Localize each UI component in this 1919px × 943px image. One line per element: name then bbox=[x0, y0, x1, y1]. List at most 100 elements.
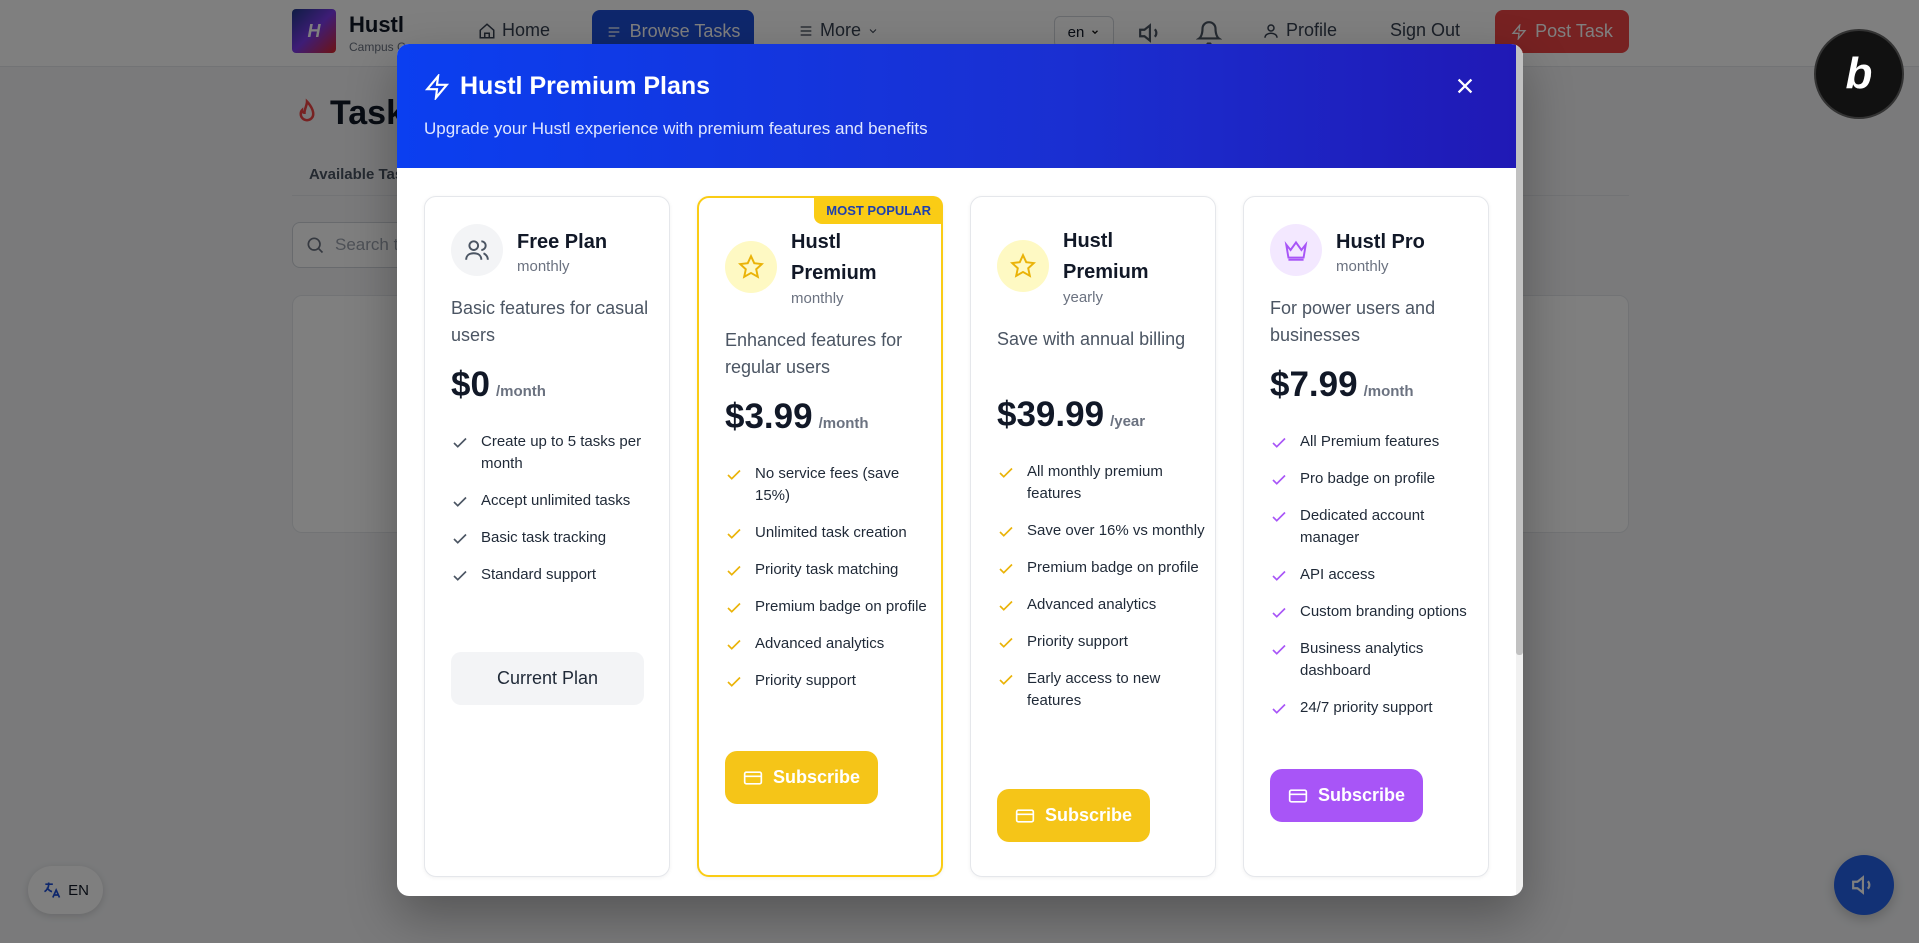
plan-description: Enhanced features for regular users bbox=[725, 330, 903, 377]
feature-text: Dedicated account manager bbox=[1300, 507, 1425, 546]
feature-text: Priority support bbox=[755, 672, 856, 689]
plan-name: Free Plan bbox=[517, 231, 608, 253]
check-icon bbox=[453, 570, 467, 581]
check-icon bbox=[999, 600, 1013, 611]
feature-text: Create up to 5 tasks per month bbox=[481, 433, 642, 472]
price-unit: /month bbox=[818, 415, 869, 432]
feature-item: Dedicated account manager bbox=[1270, 505, 1480, 549]
feature-text: Early access to new features bbox=[1027, 670, 1161, 709]
feature-list: Create up to 5 tasks per month Accept unl… bbox=[451, 431, 661, 601]
plan-card-pro: Hustl Pro monthly For power users and bu… bbox=[1243, 196, 1489, 877]
price-unit: /year bbox=[1110, 413, 1146, 430]
check-icon bbox=[999, 563, 1013, 574]
feature-text: Accept unlimited tasks bbox=[481, 492, 631, 509]
feature-item: 24/7 priority support bbox=[1270, 697, 1480, 719]
check-icon bbox=[453, 533, 467, 544]
plan-name: Hustl Premium bbox=[791, 231, 877, 284]
feature-item: API access bbox=[1270, 564, 1480, 586]
feature-item: Accept unlimited tasks bbox=[451, 490, 661, 512]
feature-list: All Premium features Pro badge on profile… bbox=[1270, 431, 1480, 734]
plan-description: For power users and businesses bbox=[1270, 298, 1436, 345]
feature-item: Custom branding options bbox=[1270, 601, 1480, 623]
plan-card-free: Free Plan monthly Basic features for cas… bbox=[424, 196, 670, 877]
feature-text: API access bbox=[1300, 566, 1376, 583]
users-icon bbox=[451, 224, 503, 276]
check-icon bbox=[1272, 437, 1286, 448]
feature-text: Premium badge on profile bbox=[1027, 559, 1199, 576]
check-icon bbox=[727, 602, 741, 613]
feature-text: Priority support bbox=[1027, 633, 1128, 650]
feature-item: Priority task matching bbox=[725, 559, 935, 581]
check-icon bbox=[1272, 474, 1286, 485]
credit-card-icon bbox=[743, 770, 763, 785]
feature-text: Standard support bbox=[481, 566, 597, 583]
feature-text: All Premium features bbox=[1300, 433, 1440, 450]
subscribe-button[interactable]: Subscribe bbox=[997, 789, 1151, 842]
feature-item: Save over 16% vs monthly bbox=[997, 520, 1207, 542]
modal-subtitle: Upgrade your Hustl experience with premi… bbox=[424, 119, 928, 138]
price-amount: $7.99 bbox=[1270, 365, 1358, 404]
feature-text: Custom branding options bbox=[1300, 603, 1467, 620]
price-unit: /month bbox=[495, 383, 546, 400]
feature-item: Pro badge on profile bbox=[1270, 468, 1480, 490]
check-icon bbox=[999, 526, 1013, 537]
plan-description: Save with annual billing bbox=[997, 329, 1186, 349]
check-icon bbox=[999, 637, 1013, 648]
feature-item: Basic task tracking bbox=[451, 527, 661, 549]
bolt-badge[interactable]: b bbox=[1814, 29, 1904, 119]
price-amount: $0 bbox=[451, 365, 490, 404]
check-icon bbox=[1272, 511, 1286, 522]
subscribe-button[interactable]: Subscribe bbox=[725, 751, 879, 804]
feature-item: Premium badge on profile bbox=[997, 557, 1207, 579]
price-unit: /month bbox=[1363, 383, 1414, 400]
plan-period: monthly bbox=[1336, 258, 1389, 275]
star-icon bbox=[725, 241, 777, 293]
feature-text: Priority task matching bbox=[755, 561, 899, 578]
credit-card-icon bbox=[1015, 808, 1035, 823]
feature-text: Basic task tracking bbox=[481, 529, 607, 546]
credit-card-icon bbox=[1288, 788, 1308, 803]
feature-text: 24/7 priority support bbox=[1300, 699, 1433, 716]
plan-period: monthly bbox=[517, 258, 570, 275]
bolt-badge-letter: b bbox=[1845, 49, 1873, 98]
current-plan-button[interactable]: Current Plan bbox=[451, 652, 644, 705]
check-icon bbox=[1272, 570, 1286, 581]
feature-item: Priority support bbox=[997, 631, 1207, 653]
check-icon bbox=[1272, 703, 1286, 714]
feature-text: All monthly premium features bbox=[1027, 463, 1163, 502]
feature-item: Early access to new features bbox=[997, 668, 1207, 712]
premium-plans-modal: Hustl Premium Plans Upgrade your Hustl e… bbox=[397, 44, 1523, 896]
close-button[interactable] bbox=[1449, 70, 1481, 102]
check-icon bbox=[727, 469, 741, 480]
crown-icon bbox=[1270, 224, 1322, 276]
feature-item: Business analytics dashboard bbox=[1270, 638, 1480, 682]
plan-price: $3.99 /month bbox=[725, 397, 869, 437]
feature-text: Advanced analytics bbox=[1027, 596, 1157, 613]
feature-text: Business analytics dashboard bbox=[1300, 640, 1424, 679]
feature-item: Standard support bbox=[451, 564, 661, 586]
plan-price: $39.99 /year bbox=[997, 395, 1145, 435]
plan-period: monthly bbox=[791, 290, 844, 307]
subscribe-label: Subscribe bbox=[1318, 785, 1406, 805]
plan-card-premium-yearly: Hustl Premium yearly Save with annual bi… bbox=[970, 196, 1216, 877]
modal-scrollbar-thumb[interactable] bbox=[1516, 44, 1523, 655]
check-icon bbox=[453, 437, 467, 448]
feature-text: Unlimited task creation bbox=[755, 524, 907, 541]
feature-item: Advanced analytics bbox=[997, 594, 1207, 616]
subscribe-button[interactable]: Subscribe bbox=[1270, 769, 1424, 822]
most-popular-badge: MOST POPULAR bbox=[814, 196, 943, 224]
modal-title: Hustl Premium Plans bbox=[424, 72, 710, 101]
star-icon bbox=[997, 240, 1049, 292]
check-icon bbox=[1272, 644, 1286, 655]
feature-item: All Premium features bbox=[1270, 431, 1480, 453]
feature-item: All monthly premium features bbox=[997, 461, 1207, 505]
subscribe-label: Subscribe bbox=[1045, 805, 1133, 825]
plan-card-premium-monthly: MOST POPULAR Hustl Premium monthly Enhan… bbox=[697, 196, 943, 877]
zap-icon bbox=[424, 73, 450, 100]
feature-item: Create up to 5 tasks per month bbox=[451, 431, 661, 475]
check-icon bbox=[999, 674, 1013, 685]
subscribe-label: Subscribe bbox=[773, 767, 861, 787]
feature-text: Premium badge on profile bbox=[755, 598, 927, 615]
plan-price: $0 /month bbox=[451, 365, 546, 405]
check-icon bbox=[999, 467, 1013, 478]
